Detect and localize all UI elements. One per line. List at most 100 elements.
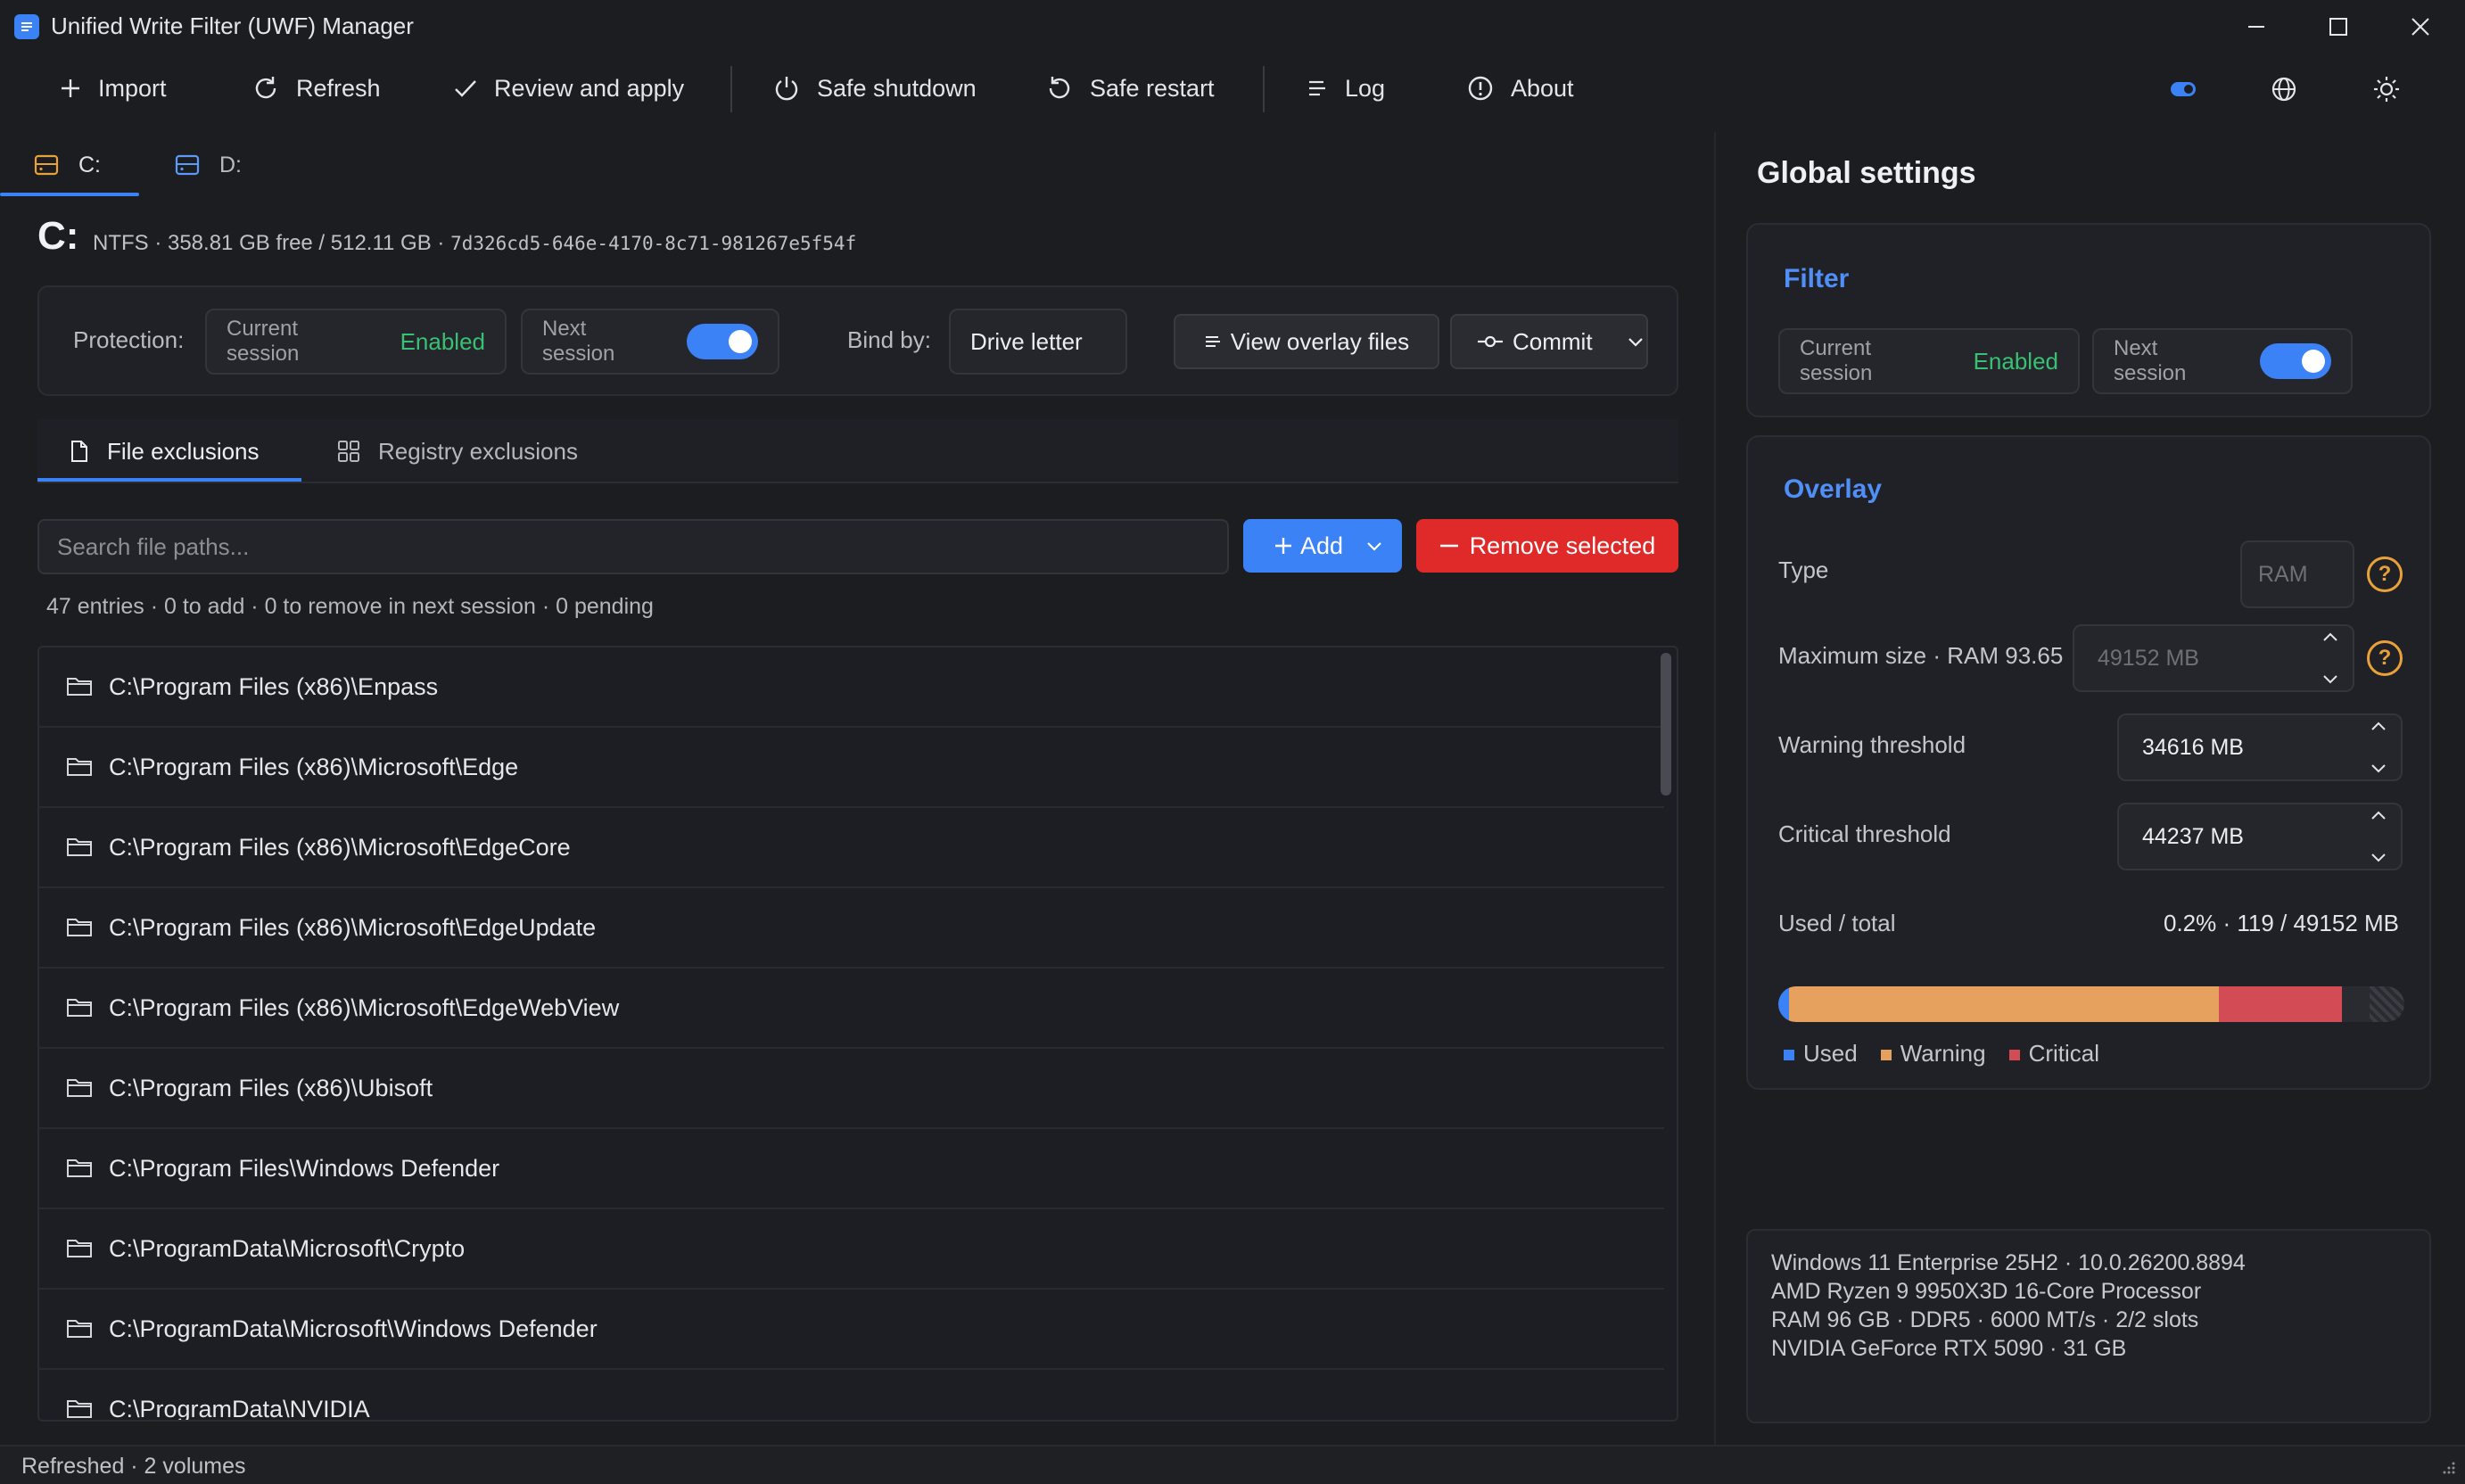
overlay-type-select[interactable]: RAM: [2240, 540, 2354, 608]
view-overlay-files-button[interactable]: View overlay files: [1174, 314, 1439, 369]
file-path: C:\Program Files (x86)\Microsoft\EdgeUpd…: [109, 913, 597, 941]
list-scrollbar[interactable]: [1661, 653, 1671, 796]
selected-tab-indicator: [37, 478, 301, 482]
help-icon[interactable]: ?: [2367, 556, 2403, 592]
chevron-down-icon[interactable]: [1366, 540, 1382, 551]
list-item[interactable]: C:\ProgramData\NVIDIA: [39, 1370, 1664, 1422]
app-icon: [14, 14, 39, 39]
resize-grip-icon[interactable]: [2440, 1459, 2456, 1475]
chevron-up-icon[interactable]: [2370, 810, 2387, 820]
list-item[interactable]: C:\Program Files (x86)\Ubisoft: [39, 1049, 1664, 1129]
current-session-label: Current session: [227, 317, 300, 366]
help-glyph: ?: [2378, 562, 2392, 586]
about-label: About: [1511, 74, 1574, 102]
list-item[interactable]: C:\Program Files (x86)\Microsoft\Edge: [39, 728, 1664, 808]
max-size-value: 49152 MB: [2098, 645, 2199, 671]
legend-critical: Critical: [2008, 1040, 2099, 1068]
overlay-card: Overlay Type RAM ? Maximum size · RAM 93…: [1746, 435, 2431, 1090]
file-exclusion-list: C:\Program Files (x86)\Enpass C:\Program…: [37, 646, 1678, 1422]
max-size-label: Maximum size · RAM 93.65: [1778, 642, 2064, 669]
stepper-arrows[interactable]: [2321, 631, 2340, 685]
toggle-knob: [729, 330, 752, 353]
warning-threshold-label: Warning threshold: [1778, 731, 1966, 758]
maximize-button[interactable]: [2297, 0, 2379, 54]
drive-icon: [34, 154, 59, 176]
warning-threshold-stepper[interactable]: 34616 MB: [2117, 713, 2403, 781]
safe-shutdown-button[interactable]: Safe shutdown: [772, 59, 977, 118]
chevron-up-icon[interactable]: [2322, 631, 2338, 642]
bind-by-value: Drive letter: [970, 327, 1083, 355]
toolbar: Import Refresh Review and apply Safe shu…: [0, 59, 2465, 118]
drive-tab-d[interactable]: D:: [175, 134, 242, 196]
tab-registry-exclusions[interactable]: Registry exclusions: [337, 419, 578, 483]
folder-icon: [67, 678, 92, 696]
critical-threshold-stepper[interactable]: 44237 MB: [2117, 803, 2403, 870]
shutdown-label: Safe shutdown: [817, 74, 977, 102]
legend-warning: Warning: [1880, 1040, 1986, 1068]
log-button[interactable]: Log: [1306, 59, 1385, 118]
drive-guid: 7d326cd5-646e-4170-8c71-981267e5f54f: [450, 233, 857, 254]
review-apply-button[interactable]: Review and apply: [453, 59, 684, 118]
status-bar: Refreshed · 2 volumes: [0, 1445, 2465, 1484]
globe-icon[interactable]: [2266, 71, 2302, 107]
legend-warning-label: Warning: [1900, 1040, 1986, 1067]
toolbar-separator: [730, 66, 732, 112]
file-path: C:\ProgramData\Microsoft\Crypto: [109, 1234, 466, 1262]
filter-current-value: Enabled: [1973, 347, 2058, 375]
file-path: C:\Program Files (x86)\Ubisoft: [109, 1074, 433, 1101]
help-icon[interactable]: ?: [2367, 640, 2403, 676]
about-button[interactable]: About: [1466, 59, 1574, 118]
bind-by-select[interactable]: Drive letter: [949, 309, 1127, 375]
list-item[interactable]: C:\ProgramData\Microsoft\Crypto: [39, 1209, 1664, 1290]
close-button[interactable]: [2379, 0, 2461, 54]
filter-next-toggle[interactable]: [2259, 343, 2331, 379]
tab-file-exclusions[interactable]: File exclusions: [70, 419, 260, 483]
safe-restart-button[interactable]: Safe restart: [1045, 59, 1215, 118]
add-label: Add: [1300, 532, 1344, 559]
log-label: Log: [1345, 74, 1386, 102]
list-item[interactable]: C:\Program Files (x86)\Microsoft\EdgeCor…: [39, 808, 1664, 888]
warning-threshold-value: 34616 MB: [2142, 734, 2244, 760]
toggle-knob: [2302, 350, 2325, 373]
chevron-down-icon[interactable]: [2370, 853, 2387, 863]
stepper-arrows[interactable]: [2369, 810, 2388, 863]
folder-icon: [67, 1159, 92, 1177]
next-session-toggle[interactable]: [687, 324, 758, 359]
list-item[interactable]: C:\Program Files\Windows Defender: [39, 1129, 1664, 1209]
minimize-button[interactable]: [2215, 0, 2297, 54]
status-text: Refreshed · 2 volumes: [21, 1454, 246, 1479]
sun-icon[interactable]: [2369, 71, 2404, 107]
current-session-value: Enabled: [400, 327, 485, 355]
import-button[interactable]: Import: [59, 59, 167, 118]
list-item[interactable]: C:\Program Files (x86)\Microsoft\EdgeUpd…: [39, 888, 1664, 969]
drive-letter: C:: [37, 214, 79, 258]
view-overlay-label: View overlay files: [1230, 327, 1410, 355]
remove-selected-button[interactable]: Remove selected: [1416, 519, 1678, 573]
list-item[interactable]: C:\Program Files (x86)\Microsoft\EdgeWeb…: [39, 969, 1664, 1049]
chevron-down-icon[interactable]: [1627, 335, 1645, 348]
stepper-arrows[interactable]: [2369, 721, 2388, 774]
list-item[interactable]: C:\Program Files (x86)\Enpass: [39, 647, 1664, 728]
list-item[interactable]: C:\ProgramData\Microsoft\Windows Defende…: [39, 1290, 1664, 1370]
overlay-type-value: RAM: [2258, 561, 2308, 587]
usage-warning-segment: [1789, 986, 2220, 1022]
folder-icon: [67, 1079, 92, 1097]
file-icon: [71, 441, 87, 462]
theme-toggle-icon[interactable]: [2165, 71, 2201, 107]
refresh-button[interactable]: Refresh: [251, 59, 381, 118]
chevron-down-icon[interactable]: [2370, 763, 2387, 774]
search-input[interactable]: [37, 519, 1229, 574]
commit-button[interactable]: Commit: [1450, 314, 1648, 369]
critical-threshold-value: 44237 MB: [2142, 823, 2244, 849]
file-path: C:\ProgramData\NVIDIA: [109, 1395, 370, 1422]
check-icon: [455, 80, 476, 97]
plus-icon: [1275, 538, 1291, 554]
file-path: C:\Program Files\Windows Defender: [109, 1154, 500, 1182]
drive-tab-c[interactable]: C:: [34, 134, 101, 196]
chevron-down-icon[interactable]: [2322, 674, 2338, 685]
cpu-info: AMD Ryzen 9 9950X3D 16-Core Processor: [1771, 1279, 2202, 1304]
max-size-stepper[interactable]: 49152 MB: [2073, 624, 2354, 692]
chevron-up-icon[interactable]: [2370, 721, 2387, 731]
commit-icon: [1478, 335, 1503, 348]
add-button[interactable]: Add: [1243, 519, 1402, 573]
